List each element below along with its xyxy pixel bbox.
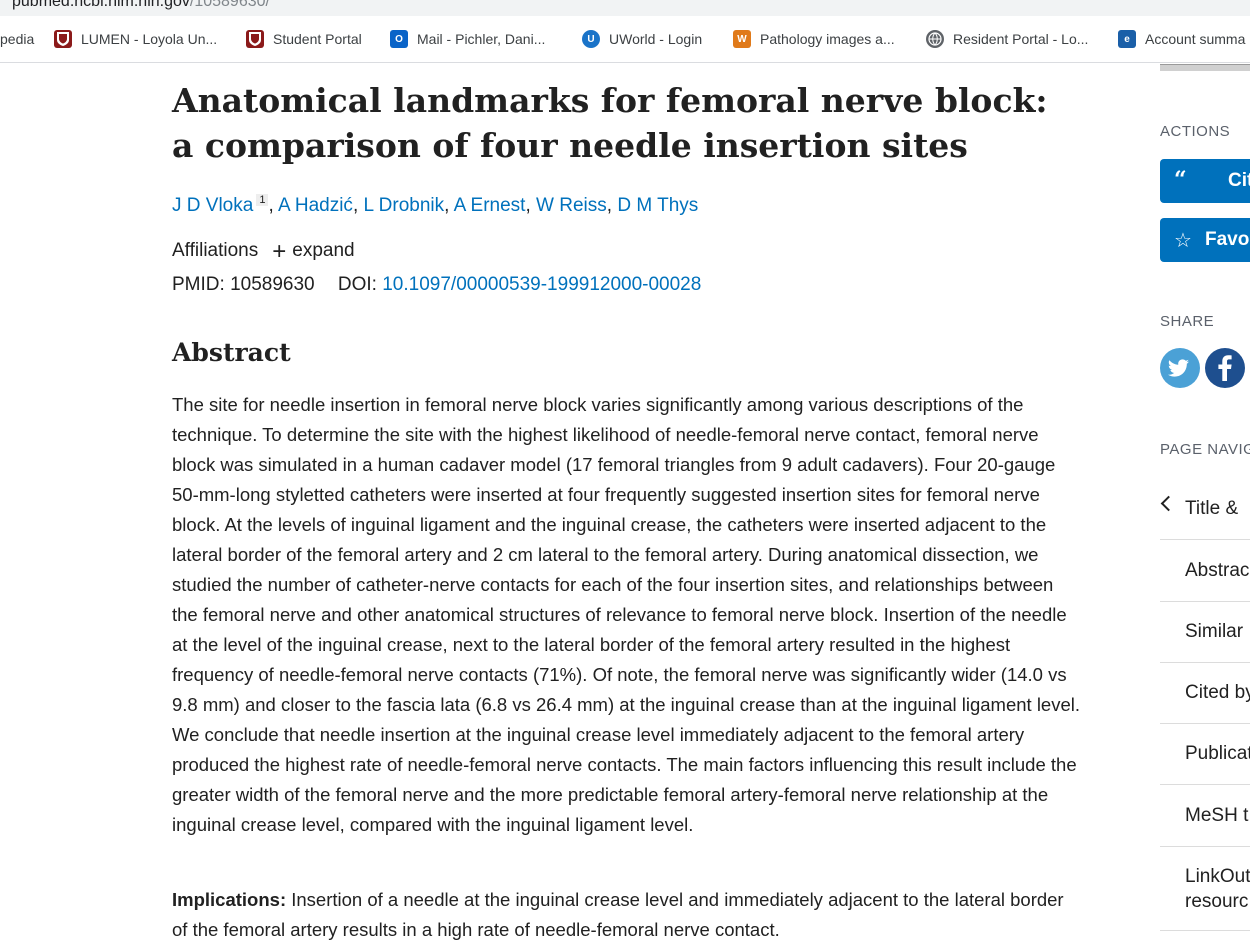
globe-icon bbox=[926, 30, 944, 48]
bookmark-label: UWorld - Login bbox=[609, 31, 703, 47]
implications-paragraph: Implications: Insertion of a needle at t… bbox=[172, 885, 1082, 945]
affiliation-ref-badge[interactable]: 1 bbox=[256, 194, 269, 206]
url-host: pubmed.ncbi.nlm.nih.gov bbox=[12, 0, 190, 10]
abstract-heading: Abstract bbox=[172, 338, 291, 367]
bookmark-mail[interactable]: O Mail - Pichler, Dani... bbox=[390, 28, 545, 50]
bookmark-label: Resident Portal - Lo... bbox=[953, 31, 1089, 47]
nav-item-label: LinkOut bbox=[1185, 866, 1250, 887]
twitter-icon[interactable] bbox=[1160, 348, 1200, 388]
cite-button[interactable]: “ Cit bbox=[1160, 159, 1250, 203]
nav-item-publication-types[interactable]: Publicat bbox=[1160, 723, 1250, 785]
bookmark-uworld[interactable]: U UWorld - Login bbox=[582, 28, 702, 50]
nav-item-label: Abstrac bbox=[1185, 560, 1250, 581]
pathology-icon: W bbox=[733, 30, 751, 48]
nav-item-similar[interactable]: Similar bbox=[1160, 601, 1250, 663]
bookmark-label: Mail - Pichler, Dani... bbox=[417, 31, 546, 47]
nav-item-title[interactable]: Title & bbox=[1160, 478, 1250, 540]
article-title: Anatomical landmarks for femoral nerve b… bbox=[172, 81, 1048, 165]
author-link[interactable]: J D Vloka bbox=[172, 195, 253, 216]
url-path: /10589630/ bbox=[189, 0, 270, 10]
author-link[interactable]: W Reiss bbox=[536, 195, 607, 216]
bookmark-account-summary[interactable]: e Account summa bbox=[1118, 28, 1245, 50]
loyola-shield-icon bbox=[54, 30, 72, 48]
implications-text: Insertion of a needle at the inguinal cr… bbox=[172, 889, 1064, 940]
favorites-label: Favo bbox=[1205, 229, 1250, 250]
author-link[interactable]: A Hadzić bbox=[278, 195, 353, 216]
bookmarks-bar: pedia LUMEN - Loyola Un... Student Porta… bbox=[0, 16, 1250, 63]
loyola-shield-icon bbox=[246, 30, 264, 48]
bookmark-label: Student Portal bbox=[273, 31, 362, 47]
author-link[interactable]: L Drobnik bbox=[364, 195, 445, 216]
pmid-value: 10589630 bbox=[230, 274, 315, 295]
page-navigation-heading: PAGE NAVIG bbox=[1160, 441, 1250, 458]
plus-icon[interactable]: + bbox=[272, 239, 286, 263]
nav-item-label: Cited by bbox=[1185, 682, 1250, 703]
expand-toggle[interactable]: expand bbox=[292, 240, 354, 262]
nav-item-cited-by[interactable]: Cited by bbox=[1160, 662, 1250, 724]
favorites-button[interactable]: ☆ Favo bbox=[1160, 218, 1250, 262]
facebook-icon[interactable] bbox=[1205, 348, 1245, 388]
affiliations-row: Affiliations + expand bbox=[172, 239, 355, 263]
address-bar[interactable]: pubmed.ncbi.nlm.nih.gov/10589630/ bbox=[0, 0, 1250, 16]
star-icon: ☆ bbox=[1174, 228, 1192, 252]
chevron-left-icon bbox=[1160, 495, 1177, 512]
bookmark-pathology[interactable]: W Pathology images a... bbox=[733, 28, 895, 50]
nav-item-mesh-terms[interactable]: MeSH t bbox=[1160, 785, 1250, 847]
nav-item-label: Title & bbox=[1185, 498, 1239, 519]
affiliations-label: Affiliations bbox=[172, 240, 259, 261]
uworld-icon: U bbox=[582, 30, 600, 48]
url-text[interactable]: pubmed.ncbi.nlm.nih.gov/10589630/ bbox=[12, 0, 270, 11]
bookmark-resident-portal[interactable]: Resident Portal - Lo... bbox=[926, 28, 1088, 50]
bookmark-wikipedia[interactable]: pedia bbox=[0, 28, 34, 50]
abstract-text: The site for needle insertion in femoral… bbox=[172, 394, 1081, 835]
nav-item-linkout[interactable]: LinkOut resourc bbox=[1160, 846, 1250, 931]
bookmark-student-portal[interactable]: Student Portal bbox=[246, 28, 362, 50]
nav-item-label: Publicat bbox=[1185, 743, 1250, 764]
nav-item-label: Similar bbox=[1185, 621, 1244, 642]
sidebar-scroll-edge bbox=[1160, 64, 1250, 71]
bookmark-label: Account summa bbox=[1145, 31, 1246, 47]
share-heading: SHARE bbox=[1160, 313, 1215, 330]
account-icon: e bbox=[1118, 30, 1136, 48]
bookmark-label: Pathology images a... bbox=[760, 31, 895, 47]
bookmark-label: LUMEN - Loyola Un... bbox=[81, 31, 218, 47]
actions-heading: ACTIONS bbox=[1160, 123, 1231, 140]
identifiers-row: PMID: 10589630 DOI: 10.1097/00000539-199… bbox=[172, 274, 701, 296]
author-link[interactable]: A Ernest bbox=[454, 195, 526, 216]
nav-item-abstract[interactable]: Abstrac bbox=[1160, 540, 1250, 602]
author-link[interactable]: D M Thys bbox=[617, 195, 698, 216]
cite-label: Cit bbox=[1228, 170, 1250, 191]
pmid-label: PMID: bbox=[172, 274, 225, 295]
doi-link[interactable]: 10.1097/00000539-199912000-00028 bbox=[382, 274, 701, 295]
implications-label: Implications: bbox=[172, 889, 287, 910]
nav-item-label: MeSH t bbox=[1185, 805, 1249, 826]
doi-label: DOI: bbox=[337, 274, 377, 295]
author-list: J D Vloka 1, A Hadzić, L Drobnik, A Ernes… bbox=[172, 194, 699, 216]
quote-icon: “ bbox=[1174, 167, 1187, 193]
nav-item-label-line2: resourc bbox=[1185, 891, 1249, 912]
bookmark-label: pedia bbox=[0, 31, 35, 47]
bookmark-lumen[interactable]: LUMEN - Loyola Un... bbox=[54, 28, 217, 50]
outlook-icon: O bbox=[390, 30, 408, 48]
